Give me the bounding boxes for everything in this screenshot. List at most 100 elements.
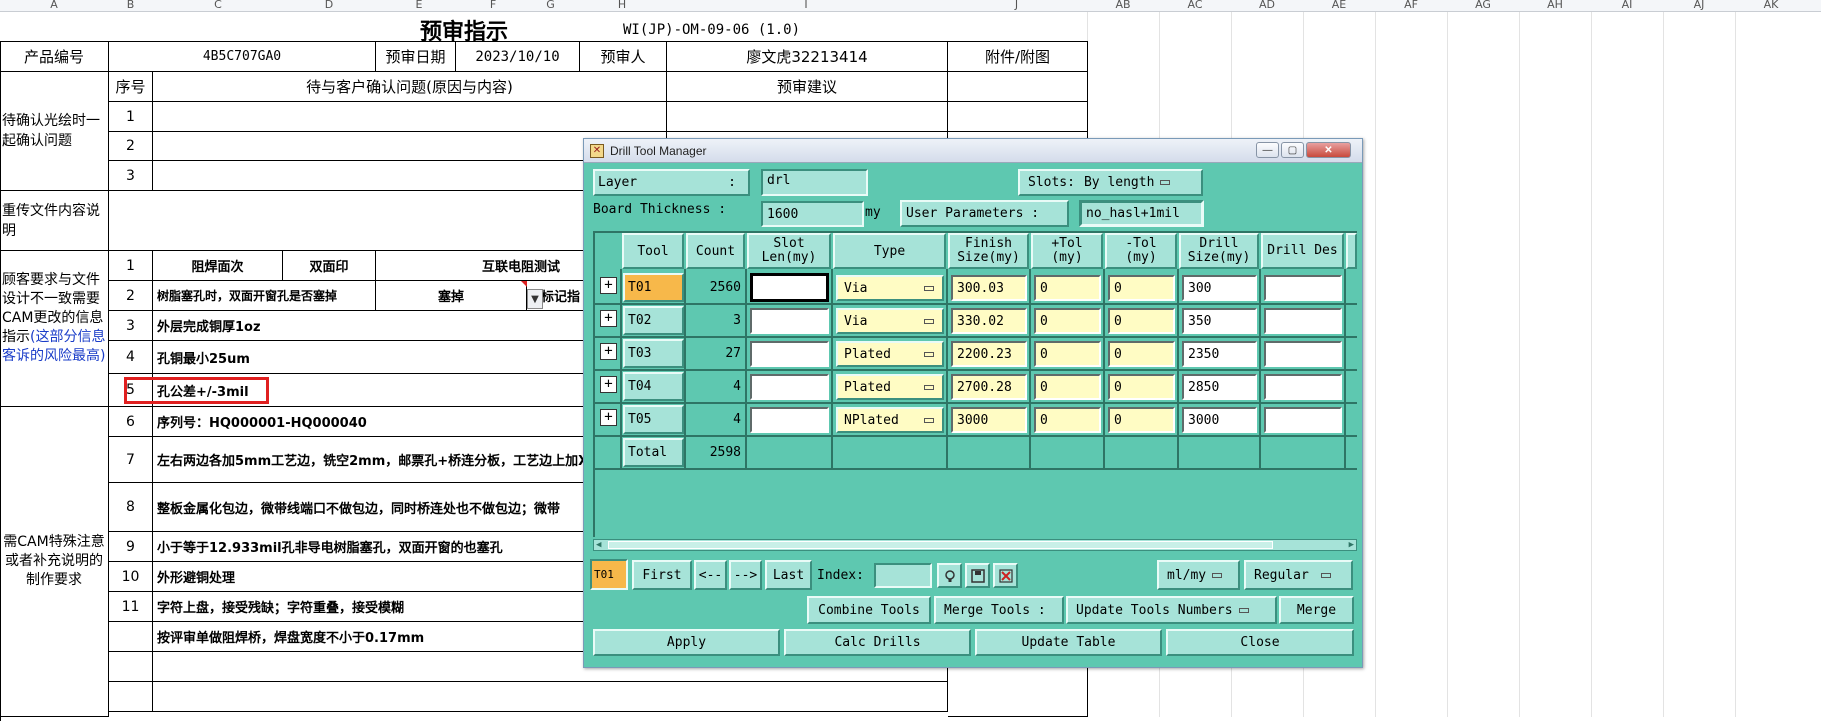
issue-cell[interactable] <box>153 102 667 132</box>
item-cell[interactable]: 塞掉 <box>376 281 527 311</box>
next-button[interactable]: --> <box>729 560 762 590</box>
maximize-icon[interactable]: ▢ <box>1281 142 1304 158</box>
attachment-label[interactable]: 附件/附图 <box>948 42 1088 72</box>
col-letter[interactable]: AK <box>1735 0 1807 11</box>
expand-icon[interactable]: + <box>600 343 617 360</box>
seq-cell[interactable] <box>109 652 153 682</box>
minus-tol-input[interactable]: 0 <box>1108 275 1175 301</box>
seq-cell[interactable]: 3 <box>109 161 153 191</box>
seq-cell[interactable]: 4 <box>109 341 153 374</box>
seq-cell[interactable]: 1 <box>109 251 153 281</box>
seq-cell[interactable]: 6 <box>109 407 153 437</box>
expand-icon[interactable]: + <box>600 310 617 327</box>
slot-len-input[interactable] <box>750 341 829 367</box>
slot-len-input[interactable] <box>750 308 829 334</box>
finish-size-input[interactable]: 3000 <box>951 407 1027 433</box>
tool-cell[interactable]: T05 <box>623 405 684 434</box>
drill-size-input[interactable]: 300 <box>1182 275 1257 301</box>
apply-button[interactable]: Apply <box>593 629 780 656</box>
type-dropdown[interactable]: Plated <box>836 341 944 367</box>
slot-len-input[interactable] <box>750 407 829 433</box>
col-header-count[interactable]: Count <box>686 233 745 269</box>
calc-drills-button[interactable]: Calc Drills <box>784 629 971 656</box>
seq-cell[interactable]: 9 <box>109 532 153 562</box>
col-letter[interactable]: AC <box>1159 0 1231 11</box>
col-letter[interactable]: F <box>463 0 523 11</box>
drill-des-input[interactable] <box>1264 341 1342 367</box>
document-code[interactable]: WI(JP)-OM-09-06 (1.0) <box>623 22 800 38</box>
scrollbar-thumb[interactable] <box>608 541 1273 549</box>
plus-tol-input[interactable]: 0 <box>1034 275 1101 301</box>
type-dropdown[interactable]: Via <box>836 275 944 301</box>
col-letter[interactable]: AF <box>1375 0 1447 11</box>
plus-tol-input[interactable]: 0 <box>1034 374 1101 400</box>
drill-tool-manager-window[interactable]: ✕ Drill Tool Manager — ▢ ✕ Layer: drl Sl… <box>583 138 1363 668</box>
col-header-extra[interactable] <box>1346 233 1357 269</box>
col-letter[interactable]: G <box>523 0 578 11</box>
section-cam-notes-label[interactable]: 需CAM特殊注意或者补充说明的制作要求 <box>0 407 109 717</box>
review-date-label[interactable]: 预审日期 <box>376 42 456 72</box>
product-no-value[interactable]: 4B5C707GA0 <box>109 42 376 72</box>
finish-size-input[interactable]: 2700.28 <box>951 374 1027 400</box>
horizontal-scrollbar[interactable]: ◀ ▶ <box>593 539 1357 551</box>
review-date-value[interactable]: 2023/10/10 <box>456 42 580 72</box>
col-letter[interactable]: AI <box>1591 0 1663 11</box>
col-letter[interactable]: A <box>0 0 108 11</box>
tool-cell[interactable]: T04 <box>623 372 684 401</box>
expand-icon[interactable]: + <box>600 277 617 294</box>
col-header-type[interactable]: Type <box>833 233 946 269</box>
drill-size-input[interactable]: 3000 <box>1182 407 1257 433</box>
col-letter[interactable]: B <box>108 0 153 11</box>
minus-tol-input[interactable]: 0 <box>1108 308 1175 334</box>
unit-dropdown[interactable]: ml/my <box>1157 560 1240 590</box>
col-header-slot-len[interactable]: Slot Len(my) <box>747 233 831 269</box>
drill-size-input[interactable]: 350 <box>1182 308 1257 334</box>
col-header-drill-des[interactable]: Drill Des <box>1261 233 1344 269</box>
col-letter[interactable]: AJ <box>1663 0 1735 11</box>
col-letter[interactable]: AG <box>1447 0 1519 11</box>
col-letter[interactable]: C <box>153 0 283 11</box>
col-header-drill-size[interactable]: Drill Size(my) <box>1179 233 1259 269</box>
minus-tol-input[interactable]: 0 <box>1108 407 1175 433</box>
section-pending-label[interactable]: 待确认光绘时一起确认问题 <box>0 72 109 191</box>
finish-size-input[interactable]: 2200.23 <box>951 341 1027 367</box>
drill-des-input[interactable] <box>1264 275 1342 301</box>
finish-size-input[interactable]: 300.03 <box>951 275 1027 301</box>
update-tools-numbers-dropdown[interactable]: Update Tools Numbers <box>1066 596 1277 624</box>
item-cell[interactable]: 树脂塞孔时，双面开窗孔是否塞掉 <box>153 281 376 311</box>
scroll-right-icon[interactable]: ▶ <box>1349 540 1354 550</box>
current-tool-field[interactable]: T01 <box>590 559 628 590</box>
col-letter[interactable]: J <box>946 0 1087 11</box>
user-parameters-button[interactable]: User Parameters : <box>900 200 1069 227</box>
update-table-button[interactable]: Update Table <box>975 629 1162 656</box>
type-dropdown[interactable]: Via <box>836 308 944 334</box>
col-header-finish-size[interactable]: Finish Size(my) <box>948 233 1029 269</box>
section-cam-change-label[interactable]: 顾客要求与文件设计不一致需要CAM更改的信息指示(这部分信息客诉的风险最高) <box>0 251 109 407</box>
seq-cell[interactable] <box>109 682 153 712</box>
col-letter[interactable]: I <box>666 0 946 11</box>
first-button[interactable]: First <box>632 560 692 590</box>
index-input[interactable] <box>874 563 932 588</box>
search-icon[interactable] <box>937 563 962 588</box>
seq-cell[interactable]: 11 <box>109 592 153 622</box>
item-cell[interactable] <box>153 682 948 712</box>
minus-tol-input[interactable]: 0 <box>1108 374 1175 400</box>
expand-icon[interactable]: + <box>600 376 617 393</box>
drill-des-input[interactable] <box>1264 407 1342 433</box>
seq-cell[interactable]: 3 <box>109 311 153 341</box>
col-header-tool[interactable]: Tool <box>622 233 684 269</box>
layer-field[interactable]: drl <box>761 169 868 196</box>
issue-header[interactable]: 待与客户确认问题(原因与内容) <box>153 72 667 102</box>
mode-dropdown[interactable]: Regular <box>1244 560 1353 590</box>
scroll-left-icon[interactable]: ◀ <box>596 540 601 550</box>
layer-button[interactable]: Layer: <box>593 169 750 196</box>
seq-cell[interactable]: 2 <box>109 132 153 161</box>
seq-cell[interactable] <box>109 622 153 652</box>
product-no-label[interactable]: 产品编号 <box>0 42 109 72</box>
slots-dropdown[interactable]: Slots: By length <box>1018 169 1203 196</box>
title-bar[interactable]: ✕ Drill Tool Manager — ▢ ✕ <box>584 139 1362 163</box>
drill-size-input[interactable]: 2350 <box>1182 341 1257 367</box>
close-window-icon[interactable]: ✕ <box>1306 142 1351 158</box>
reviewer-value[interactable]: 廖文虎32213414 <box>667 42 948 72</box>
reviewer-label[interactable]: 预审人 <box>580 42 667 72</box>
